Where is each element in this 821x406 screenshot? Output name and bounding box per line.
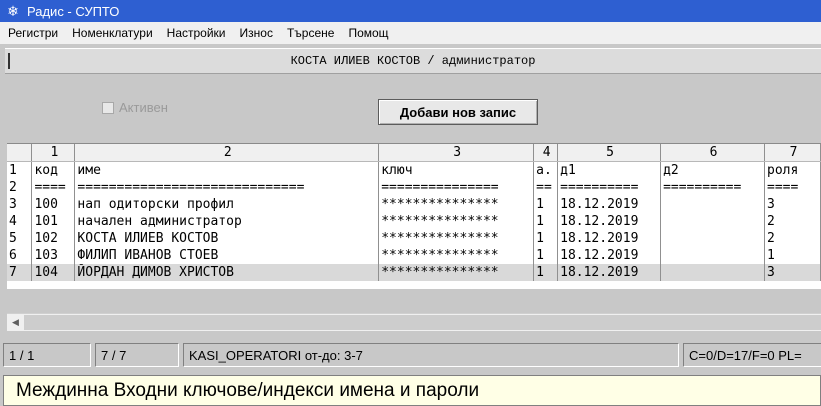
cell-d1[interactable]: 18.12.2019 [557, 230, 662, 247]
cell-code[interactable]: 101 [31, 213, 76, 230]
cell-key[interactable]: *************** [378, 264, 535, 281]
cell-name[interactable]: начален администратор [74, 213, 380, 230]
cell-key[interactable]: *************** [378, 230, 535, 247]
separator-cell: == [533, 179, 559, 196]
cell-d1[interactable]: 18.12.2019 [557, 196, 662, 213]
row-number: 4 [7, 213, 33, 230]
cell-role[interactable]: 2 [764, 230, 821, 247]
horizontal-scrollbar[interactable]: ◀ [7, 313, 821, 331]
header-d2: д2 [660, 161, 765, 179]
separator-cell: =============== [378, 179, 535, 196]
cell-key[interactable]: *************** [378, 196, 535, 213]
column-number: 3 [378, 144, 535, 162]
user-header: КОСТА ИЛИЕВ КОСТОВ / администратор [5, 48, 821, 74]
separator-cell: ========== [557, 179, 662, 196]
cell-name[interactable]: КОСТА ИЛИЕВ КОСТОВ [74, 230, 380, 247]
active-filter[interactable]: Активен [102, 100, 168, 115]
status-rows: 7 / 7 [95, 343, 179, 367]
row-number: 3 [7, 196, 33, 213]
separator-cell: ============================= [74, 179, 380, 196]
menu-nomenclatures[interactable]: Номенклатури [65, 22, 160, 44]
status-position: 1 / 1 [3, 343, 91, 367]
menu-settings[interactable]: Настройки [160, 22, 233, 44]
header-d1: д1 [557, 161, 662, 179]
separator-cell: ========== [660, 179, 765, 196]
cell-code[interactable]: 102 [31, 230, 76, 247]
column-number: 5 [557, 144, 662, 162]
cell-d2[interactable] [660, 196, 765, 213]
cell-code[interactable]: 104 [31, 264, 76, 281]
row-number: 6 [7, 247, 33, 264]
cell-d1[interactable]: 18.12.2019 [557, 264, 662, 281]
menu-bar: Регистри Номенклатури Настройки Износ Тъ… [0, 22, 821, 44]
column-number-row: 1 2 3 4 5 6 7 [7, 144, 821, 162]
cell-a[interactable]: 1 [533, 264, 559, 281]
header-a: а. [533, 161, 559, 179]
app-snowflake-icon: ❄ [7, 3, 19, 19]
table-row[interactable]: 3 100 нап одиторски профил *************… [7, 196, 821, 213]
cell-role[interactable]: 2 [764, 213, 821, 230]
cell-key[interactable]: *************** [378, 247, 535, 264]
message-box: Междинна Входни ключове/индекси имена и … [3, 375, 821, 406]
cell-code[interactable]: 100 [31, 196, 76, 213]
cell-d1[interactable]: 18.12.2019 [557, 213, 662, 230]
cell-a[interactable]: 1 [533, 196, 559, 213]
menu-registers[interactable]: Регистри [0, 22, 65, 44]
row-number: 5 [7, 230, 33, 247]
cell-name[interactable]: нап одиторски профил [74, 196, 380, 213]
header-code: код [31, 161, 76, 179]
add-record-button[interactable]: Добави нов запис [378, 99, 538, 125]
column-number: 4 [533, 144, 559, 162]
table-row[interactable]: 4 101 начален администратор ************… [7, 213, 821, 230]
status-counters: C=0/D=17/F=0 PL= [683, 343, 821, 367]
cell-a[interactable]: 1 [533, 230, 559, 247]
status-table: KASI_OPERATORI от-до: 3-7 [183, 343, 679, 367]
status-bar: 1 / 1 7 / 7 KASI_OPERATORI от-до: 3-7 C=… [0, 340, 821, 370]
cell-d2[interactable] [660, 213, 765, 230]
active-checkbox[interactable] [102, 101, 114, 114]
cell-d2[interactable] [660, 247, 765, 264]
column-number: 2 [74, 144, 380, 162]
separator-cell: ==== [31, 179, 76, 196]
table-row-selected[interactable]: 7 104 ЙОРДАН ДИМОВ ХРИСТОВ *************… [7, 264, 821, 281]
separator-cell: ==== [764, 179, 821, 196]
row-number: 1 [7, 161, 33, 179]
separator-row: 2 ==== ============================= ===… [7, 179, 821, 196]
active-label: Активен [119, 100, 168, 115]
header-row: 1 код име ключ а. д1 д2 роля [7, 161, 821, 179]
header-key: ключ [378, 161, 535, 179]
corner-cell [7, 144, 33, 162]
column-number: 7 [764, 144, 821, 162]
menu-wear[interactable]: Износ [233, 22, 280, 44]
row-number: 7 [7, 264, 33, 281]
cell-a[interactable]: 1 [533, 213, 559, 230]
table-row[interactable]: 5 102 КОСТА ИЛИЕВ КОСТОВ ***************… [7, 230, 821, 247]
current-user: КОСТА ИЛИЕВ КОСТОВ / администратор [290, 54, 536, 68]
cell-role[interactable]: 3 [764, 196, 821, 213]
row-number: 2 [7, 179, 33, 196]
header-name: име [74, 161, 380, 179]
cell-d2[interactable] [660, 230, 765, 247]
column-number: 6 [660, 144, 765, 162]
column-number: 1 [31, 144, 76, 162]
menu-search[interactable]: Търсене [280, 22, 341, 44]
menu-help[interactable]: Помощ [341, 22, 395, 44]
cell-name[interactable]: ЙОРДАН ДИМОВ ХРИСТОВ [74, 264, 380, 281]
scrollbar-thumb[interactable] [24, 315, 821, 330]
scroll-left-arrow-icon[interactable]: ◀ [7, 314, 24, 331]
cell-d1[interactable]: 18.12.2019 [557, 247, 662, 264]
cell-code[interactable]: 103 [31, 247, 76, 264]
title-bar: ❄ Радис - СУПТО [0, 0, 821, 22]
records-grid[interactable]: 1 2 3 4 5 6 7 1 код име ключ а. д1 д2 ро… [7, 143, 821, 289]
cell-role[interactable]: 1 [764, 247, 821, 264]
cell-d2[interactable] [660, 264, 765, 281]
table-row[interactable]: 6 103 ФИЛИП ИВАНОВ СТОЕВ ***************… [7, 247, 821, 264]
cell-key[interactable]: *************** [378, 213, 535, 230]
window-title: Радис - СУПТО [27, 3, 120, 19]
header-role: роля [764, 161, 821, 179]
cell-role[interactable]: 3 [764, 264, 821, 281]
cell-a[interactable]: 1 [533, 247, 559, 264]
cell-name[interactable]: ФИЛИП ИВАНОВ СТОЕВ [74, 247, 380, 264]
